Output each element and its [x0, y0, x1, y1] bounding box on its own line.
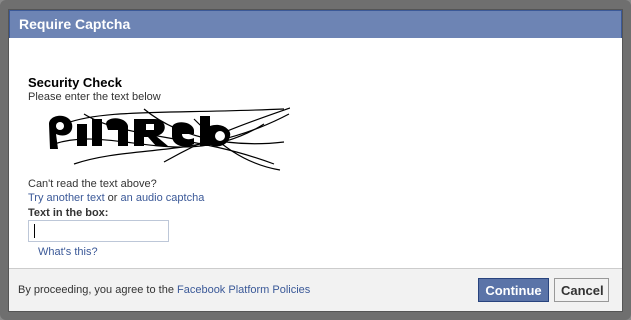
dialog-title: Require Captcha	[19, 16, 131, 32]
cancel-button[interactable]: Cancel	[554, 278, 609, 302]
dialog-body: Security Check Please enter the text bel…	[9, 38, 622, 267]
dialog-header: Require Captcha	[9, 10, 622, 38]
security-instruction: Please enter the text below	[28, 91, 161, 103]
platform-policies-link[interactable]: Facebook Platform Policies	[177, 284, 310, 296]
audio-captcha-link[interactable]: an audio captcha	[121, 192, 205, 204]
text-cursor	[34, 224, 35, 238]
whats-this-link[interactable]: What's this?	[38, 246, 98, 258]
or-text: or	[104, 192, 121, 204]
cant-read-text: Can't read the text above?	[28, 178, 157, 190]
policy-notice-text: By proceeding, you agree to the	[18, 284, 177, 296]
policy-notice: By proceeding, you agree to the Facebook…	[18, 284, 310, 296]
captcha-dialog: Require Captcha Security Check Please en…	[8, 9, 623, 312]
text-in-box-label: Text in the box:	[28, 207, 109, 219]
dialog-footer: By proceeding, you agree to the Facebook…	[9, 268, 622, 311]
try-another-text-link[interactable]: Try another text	[28, 192, 105, 204]
continue-button[interactable]: Continue	[478, 278, 549, 302]
security-check-title: Security Check	[28, 75, 122, 90]
captcha-image	[49, 107, 290, 171]
captcha-text-input[interactable]	[28, 220, 169, 242]
alternate-captcha-links: Try another text or an audio captcha	[28, 192, 204, 204]
